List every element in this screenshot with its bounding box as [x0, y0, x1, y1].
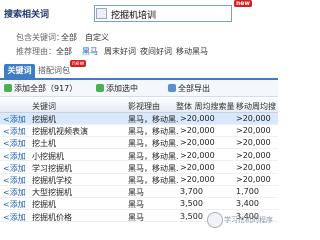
reason-cell: 黑马，移动黑... [128, 139, 178, 149]
reason-filter-row: 推荐理由： 全部 黑马 周末好词 夜间好词 移动黑马 [0, 44, 278, 57]
export-label: 全部导出 [178, 84, 210, 93]
keyword-cell: 挖掘机 [32, 115, 56, 124]
table-row[interactable]: <添加小挖掘机黑马，移动黑...>20,000>20,000 [0, 150, 278, 162]
reason-cell: 黑马 [128, 200, 144, 210]
keyword-cell: 挖掘机价格 [32, 212, 72, 222]
header-reason[interactable]: 影视理由 [128, 101, 160, 112]
tab-alt-package[interactable]: 搭配词包 [38, 65, 70, 76]
watermark-text: 学习挖机的程序 [224, 216, 273, 224]
mobile-volume-cell: >20,000 [236, 175, 271, 184]
reason-cell: 黑马，移动黑... [128, 151, 178, 161]
add-link[interactable]: <添加 [3, 126, 26, 137]
contains-option-all[interactable]: 全部 [61, 32, 77, 43]
keyword-cell: 小挖掘机 [32, 151, 64, 161]
reason-option-mobile[interactable]: 移动黑马 [176, 46, 208, 57]
add-selected-label: 添加选中 [106, 84, 138, 93]
add-link[interactable]: <添加 [3, 114, 26, 125]
reason-option-all[interactable]: 全部 [56, 46, 72, 57]
header-keyword[interactable]: 关键词 [32, 101, 56, 112]
search-volume-cell: >20,000 [180, 114, 215, 123]
mobile-volume-cell: 3,400 [236, 199, 259, 209]
table-row[interactable]: <添加 挖掘机 黑马 3,500 3,400 [0, 198, 278, 211]
keyword-cell: 挖掘机 [32, 200, 56, 210]
add-link[interactable]: <添加 [3, 212, 26, 223]
reason-cell: 黑马，移动黑... [128, 127, 178, 137]
search-volume-cell: >20,000 [180, 175, 215, 184]
table-row[interactable]: <添加挖掘机视频表演黑马，移动黑...>20,000>20,000 [0, 125, 278, 137]
toolbar: 添加全部（917） 添加选中 全部导出 [0, 80, 278, 97]
search-label: 搜索相关词 [4, 10, 50, 20]
add-all-button[interactable]: 添加全部（917） [4, 83, 77, 94]
search-value: 挖掘机培训 [111, 11, 157, 21]
search-volume-cell: 3,500 [180, 199, 203, 209]
search-input[interactable]: 挖掘机培训 [94, 5, 232, 22]
export-all-button[interactable]: 全部导出 [168, 83, 210, 94]
contains-filter-row: 包含关键词： 全部 自定义 [0, 30, 278, 43]
table-header: 关键词 影视理由 整体 周均搜索量 移动周均搜索量 [0, 98, 278, 122]
table-row[interactable]: <添加挖掘机黑马，移动黑...>20,000>20,000 [0, 113, 278, 125]
tab-new-badge: new [70, 60, 87, 67]
add-icon [96, 84, 104, 92]
mobile-volume-cell: >20,000 [236, 150, 271, 160]
add-icon [4, 84, 12, 92]
search-volume-cell: >20,000 [180, 126, 215, 136]
contains-option-custom[interactable]: 自定义 [85, 32, 109, 43]
add-link[interactable]: <添加 [3, 175, 26, 186]
new-badge: new [234, 0, 252, 7]
keyword-cell: 挖掘机视频表演 [32, 127, 88, 137]
mobile-volume-cell: 1,700 [236, 187, 259, 197]
keyword-cell: 挖土机 [32, 139, 56, 149]
search-volume-cell: >20,000 [180, 138, 215, 148]
mobile-volume-cell: >20,000 [236, 114, 271, 123]
watermark-logo-icon [207, 212, 223, 228]
search-volume-cell: >20,000 [180, 150, 215, 160]
reason-filter-label: 推荐理由： [16, 47, 56, 56]
add-link[interactable]: <添加 [3, 151, 26, 162]
mobile-volume-cell: >20,000 [236, 138, 271, 148]
table-row[interactable]: <添加 大型挖掘机 黑马 3,700 1,700 [0, 186, 278, 198]
search-volume-cell: 3,700 [180, 187, 203, 197]
add-selected-button[interactable]: 添加选中 [96, 83, 138, 94]
add-link[interactable]: <添加 [3, 163, 26, 174]
table-row[interactable]: <添加学习挖掘机黑马，移动黑...>20,000>20,000 [0, 162, 278, 174]
keyword-cell: 挖掘机学校 [32, 176, 72, 185]
tab-keywords[interactable]: 关键词 [4, 64, 35, 78]
search-volume-cell: >20,000 [180, 162, 215, 172]
table-row[interactable]: <添加挖土机黑马，移动黑...>20,000>20,000 [0, 137, 278, 150]
add-link[interactable]: <添加 [3, 138, 26, 149]
contains-filter-label: 包含关键词： [16, 33, 64, 42]
export-icon [168, 84, 176, 92]
header-monthly-search[interactable]: 整体 周均搜索量 [176, 101, 235, 112]
add-link[interactable]: <添加 [3, 187, 26, 198]
reason-cell: 黑马 [128, 188, 144, 198]
mobile-volume-cell: >20,000 [236, 126, 271, 136]
add-all-label: 添加全部（917） [14, 84, 78, 93]
keyword-cell: 大型挖掘机 [32, 188, 72, 198]
keyword-cell: 学习挖掘机 [32, 163, 72, 173]
add-link[interactable]: <添加 [3, 199, 26, 210]
reason-cell: 黑马，移动黑... [128, 176, 178, 185]
reason-cell: 黑马，移动黑... [128, 115, 178, 124]
search-checkbox-icon[interactable] [96, 8, 107, 19]
reason-cell: 黑马，移动黑... [128, 163, 178, 173]
reason-option-night[interactable]: 夜间好词 [140, 46, 172, 57]
reason-cell: 黑马 [128, 212, 144, 222]
reason-option-darkhorse[interactable]: 黑马 [82, 46, 98, 57]
reason-option-weekend[interactable]: 周末好词 [104, 46, 136, 57]
mobile-volume-cell: >20,000 [236, 162, 271, 172]
table-row[interactable]: <添加挖掘机学校黑马，移动黑...>20,000>20,000 [0, 174, 278, 186]
